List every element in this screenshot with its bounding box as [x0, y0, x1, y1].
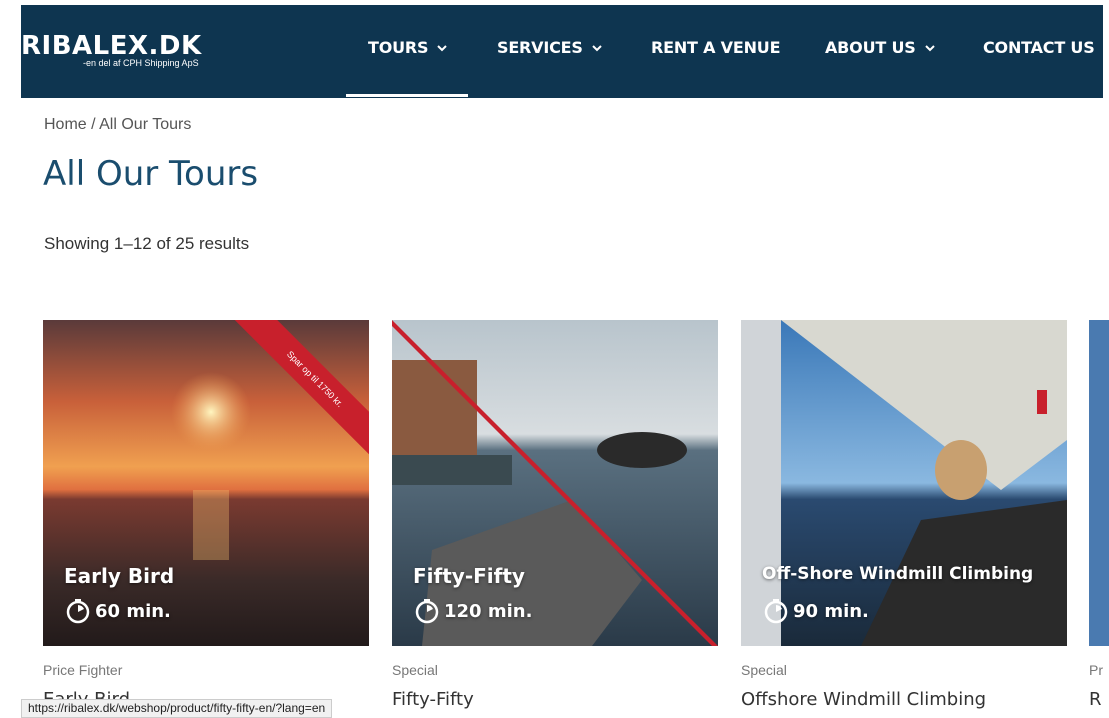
chevron-down-icon — [924, 44, 935, 51]
nav-rent-a-venue[interactable]: RENT A VENUE — [651, 38, 781, 57]
nav-about-us-label: ABOUT US — [825, 38, 916, 57]
product-card-windmill-climbing[interactable]: Off-Shore Windmill Climbing 90 min. — [741, 320, 1067, 646]
results-count: Showing 1–12 of 25 results — [44, 234, 250, 253]
product-category[interactable]: Price Fighter — [43, 662, 122, 678]
stopwatch-icon — [66, 599, 90, 624]
site-logo[interactable]: RIBALEX.DK -en del af CPH Shipping ApS — [21, 31, 202, 68]
card-duration: 60 min. — [65, 598, 171, 624]
nav-contact-us-label: CONTACT US — [983, 38, 1095, 57]
product-category[interactable]: Special — [741, 662, 787, 678]
nav-services[interactable]: SERVICES — [497, 38, 603, 57]
nav-tours-label: TOURS — [368, 38, 429, 57]
card-duration: 120 min. — [414, 598, 532, 624]
product-name[interactable]: Offshore Windmill Climbing — [741, 689, 986, 710]
page-title: All Our Tours — [43, 154, 259, 194]
card-duration: 90 min. — [763, 598, 869, 624]
site-header: RIBALEX.DK -en del af CPH Shipping ApS T… — [21, 5, 1103, 98]
product-name[interactable]: Fifty-Fifty — [392, 689, 474, 710]
product-card-early-bird[interactable]: Spar op til 1750 kr. Early Bird 60 min. — [43, 320, 369, 646]
stopwatch-icon — [415, 599, 439, 624]
logo-subtitle: -en del af CPH Shipping ApS — [83, 58, 199, 68]
product-card-fifty-fifty[interactable]: Fifty-Fifty 120 min. — [392, 320, 718, 646]
nav-about-us[interactable]: ABOUT US — [825, 38, 936, 57]
nav-tours[interactable]: TOURS — [368, 38, 448, 57]
nav-active-indicator — [346, 94, 468, 97]
stopwatch-icon — [764, 599, 788, 624]
nav-contact-us[interactable]: CONTACT US — [983, 38, 1095, 57]
breadcrumb[interactable]: Home / All Our Tours — [44, 116, 191, 134]
duration-label: 90 min. — [793, 600, 869, 622]
logo-text: RIBALEX.DK — [21, 31, 202, 61]
duration-label: 120 min. — [444, 600, 533, 622]
chevron-down-icon — [437, 44, 448, 51]
product-category[interactable]: Pr — [1089, 662, 1103, 678]
link-status-bar: https://ribalex.dk/webshop/product/fifty… — [21, 699, 333, 718]
chevron-down-icon — [592, 44, 602, 51]
nav-services-label: SERVICES — [497, 38, 583, 57]
product-category[interactable]: Special — [392, 662, 438, 678]
card-overlay-title: Early Bird — [64, 564, 175, 588]
partial-card-image — [1089, 320, 1109, 646]
product-card-partial[interactable] — [1089, 320, 1109, 646]
card-overlay-title: Off-Shore Windmill Climbing — [762, 564, 1034, 584]
duration-label: 60 min. — [95, 600, 171, 622]
card-overlay-title: Fifty-Fifty — [413, 564, 525, 588]
product-name[interactable]: R — [1089, 689, 1102, 710]
nav-rent-a-venue-label: RENT A VENUE — [651, 38, 781, 57]
